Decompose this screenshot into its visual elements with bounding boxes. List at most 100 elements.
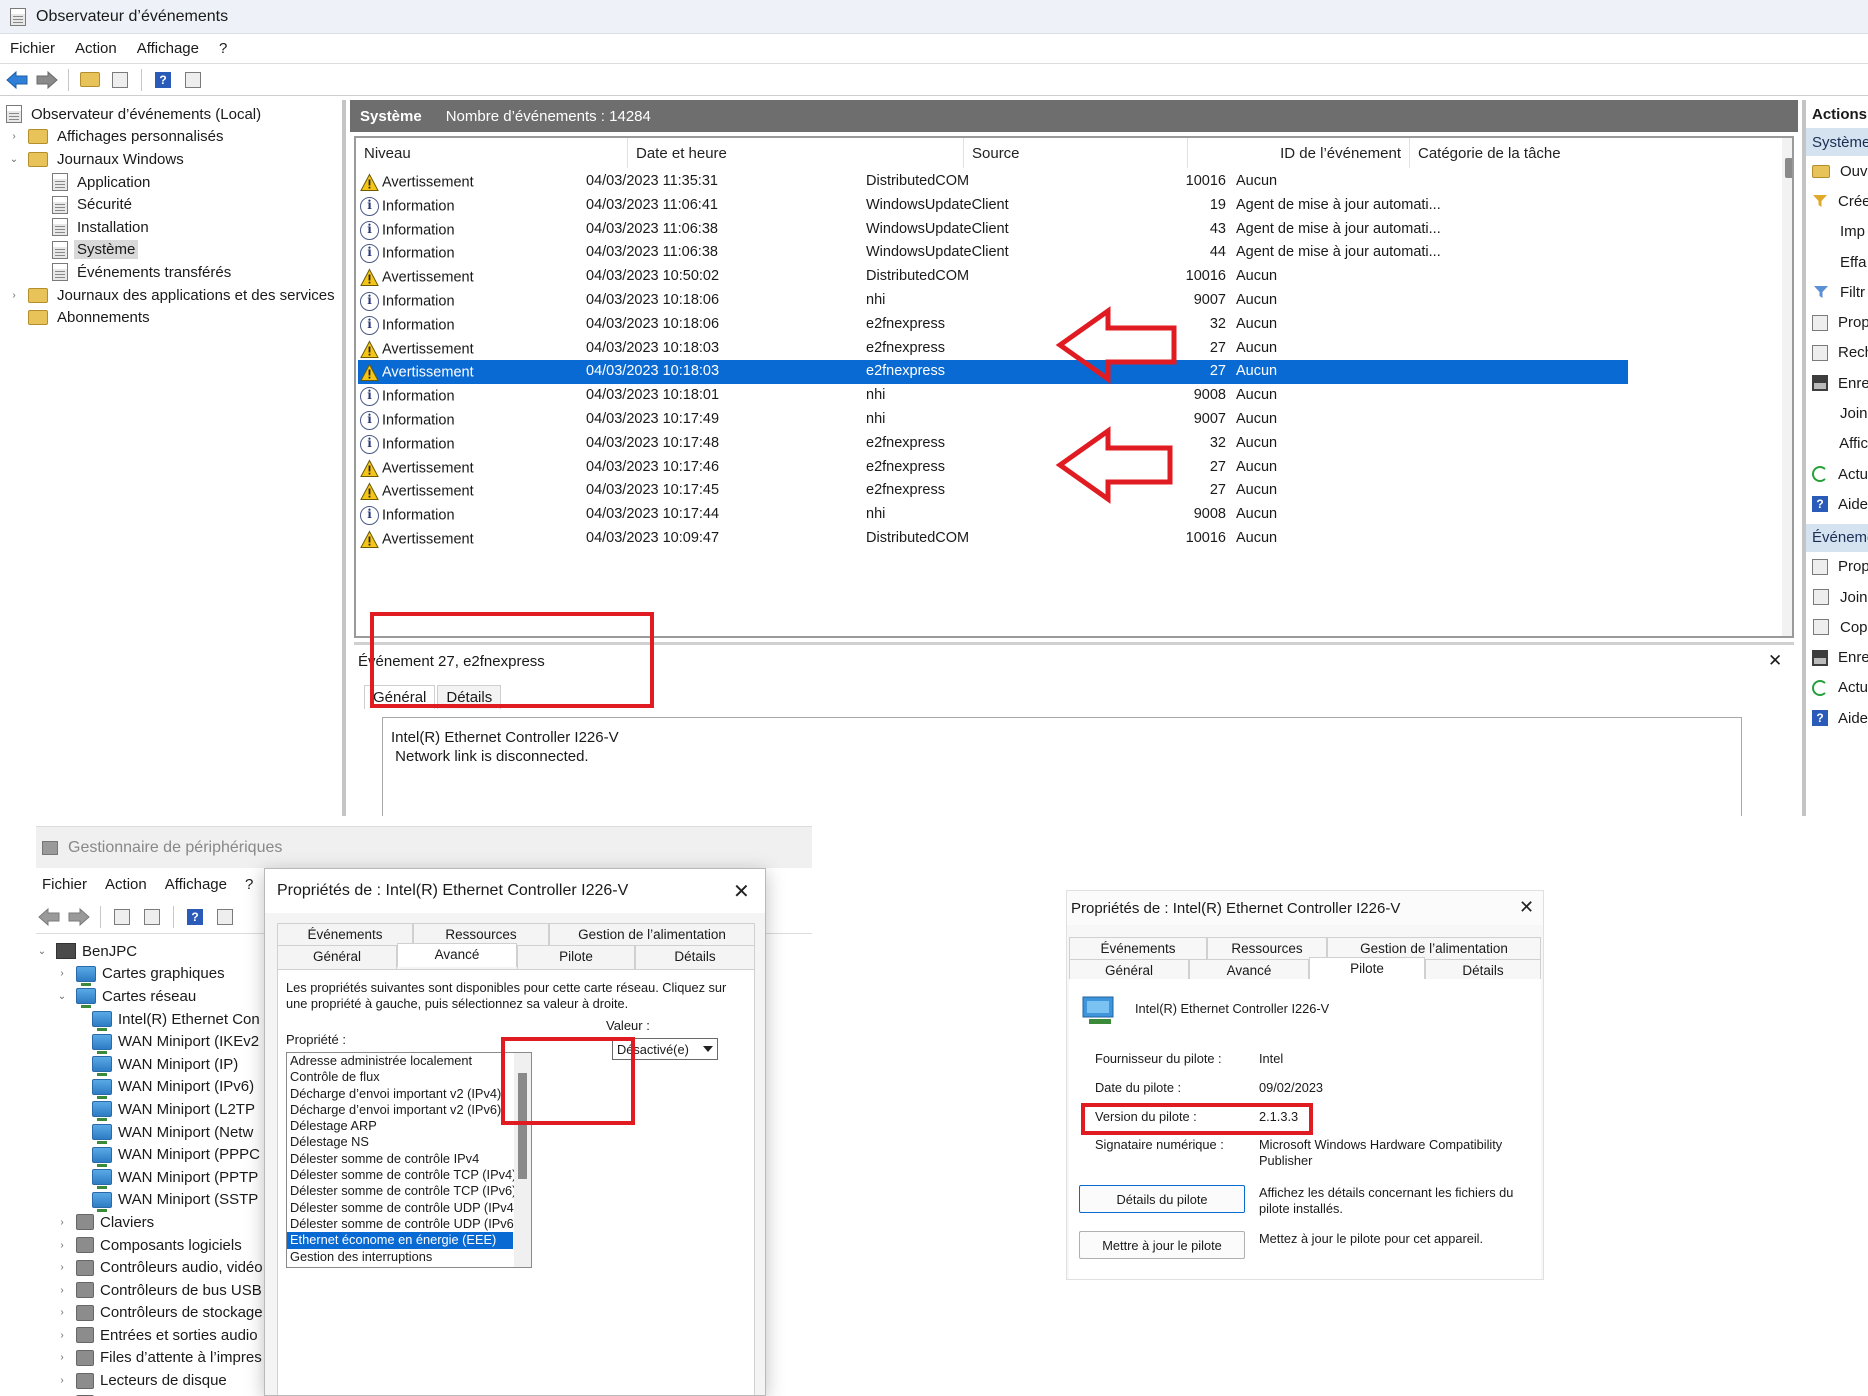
property-item[interactable]: Délestage NS: [287, 1134, 531, 1150]
event-row[interactable]: i Information 04/03/2023 10:17:48 e2fnexpre…: [358, 432, 1628, 456]
action-item[interactable]: Enre: [1806, 368, 1868, 398]
device-tree-item[interactable]: ⌄ Cartes réseau: [36, 985, 276, 1009]
driver-details-button[interactable]: Détails du pilote: [1079, 1185, 1245, 1213]
property-item[interactable]: Décharge d’envoi important v2 (IPv4): [287, 1086, 531, 1102]
forward-arrow-icon[interactable]: [34, 68, 60, 92]
tab-power-management[interactable]: Gestion de l’alimentation: [1327, 937, 1541, 959]
col-source[interactable]: Source: [964, 138, 1188, 168]
property-item[interactable]: Délester somme de contrôle TCP (IPv4): [287, 1167, 531, 1183]
action-item[interactable]: Effa: [1806, 247, 1868, 277]
menu-help[interactable]: ?: [245, 876, 253, 893]
action-item[interactable]: Join: [1806, 582, 1868, 612]
device-tree-item[interactable]: › Files d’attente à l’impres: [36, 1347, 276, 1370]
tab-details[interactable]: Détails: [437, 685, 502, 709]
property-item[interactable]: Délester somme de contrôle IPv4: [287, 1151, 531, 1167]
close-icon[interactable]: ✕: [733, 879, 750, 904]
menu-action[interactable]: Action: [105, 876, 147, 893]
action-item[interactable]: ? Aide: [1806, 703, 1868, 733]
action-item[interactable]: Join: [1806, 398, 1868, 428]
device-tree-item[interactable]: WAN Miniport (PPPC: [36, 1143, 276, 1167]
menu-action[interactable]: Action: [75, 40, 117, 57]
event-row[interactable]: i Information 04/03/2023 11:06:38 WindowsUp…: [358, 241, 1628, 265]
action-item[interactable]: Rech: [1806, 338, 1868, 368]
tree-apps-services[interactable]: › Journaux des applications et des servi…: [0, 284, 342, 307]
close-icon[interactable]: ✕: [1519, 897, 1534, 918]
col-category[interactable]: Catégorie de la tâche: [1410, 138, 1780, 168]
property-list[interactable]: Adresse administrée localement Contrôle d…: [286, 1052, 532, 1268]
menu-affichage[interactable]: Affichage: [165, 876, 227, 893]
device-tree-item[interactable]: ⌄ BenJPC: [36, 940, 276, 963]
expand-chevron-icon[interactable]: ›: [56, 968, 68, 979]
event-row[interactable]: i Information 04/03/2023 10:18:01 nhi Aucun 9…: [358, 384, 1628, 408]
property-item[interactable]: Adresse administrée localement: [287, 1053, 531, 1069]
device-tree-item[interactable]: WAN Miniport (SSTP: [36, 1189, 276, 1212]
tree-custom-views[interactable]: › Affichages personnalisés: [0, 126, 342, 149]
device-tree-item[interactable]: WAN Miniport (Netw: [36, 1121, 276, 1145]
tab-driver[interactable]: Pilote: [1309, 957, 1425, 981]
back-arrow-icon[interactable]: [4, 68, 30, 92]
col-datetime[interactable]: Date et heure: [628, 138, 964, 168]
property-item[interactable]: Délester somme de contrôle UDP (IPv6): [287, 1216, 531, 1232]
tree-log-application[interactable]: Application: [0, 171, 342, 194]
event-row[interactable]: Avertissement 04/03/2023 10:17:45 e2fnexpr…: [358, 479, 1628, 503]
property-item[interactable]: Délester somme de contrôle TCP (IPv6): [287, 1183, 531, 1199]
event-list[interactable]: Niveau Date et heure Source ID de l’évén…: [354, 136, 1794, 638]
device-tree-item[interactable]: WAN Miniport (IP): [36, 1053, 276, 1077]
tree-windows-logs[interactable]: ⌄ Journaux Windows: [0, 148, 342, 171]
action-item[interactable]: Crée: [1806, 186, 1868, 216]
event-row[interactable]: Avertissement 04/03/2023 10:17:46 e2fnexpr…: [358, 456, 1628, 480]
expand-chevron-icon[interactable]: ›: [8, 131, 20, 142]
show-action-pane-icon[interactable]: [180, 68, 206, 92]
show-tree-icon[interactable]: [107, 68, 133, 92]
action-item[interactable]: Cop: [1806, 612, 1868, 642]
property-item[interactable]: Ethernet économe en énergie (EEE): [287, 1232, 513, 1249]
expand-chevron-icon[interactable]: ›: [56, 1307, 68, 1318]
tree-log-installation[interactable]: Installation: [0, 216, 342, 239]
device-tree-item[interactable]: WAN Miniport (L2TP: [36, 1098, 276, 1122]
expand-chevron-icon[interactable]: ›: [56, 1352, 68, 1363]
collapse-chevron-icon[interactable]: ⌄: [36, 946, 48, 957]
scrollbar-thumb[interactable]: [518, 1073, 527, 1179]
device-tree-item[interactable]: ›Microprogramme: [36, 1392, 276, 1396]
property-item[interactable]: Délester somme de contrôle UDP (IPv4): [287, 1200, 531, 1216]
device-tree-item[interactable]: › Cartes graphiques: [36, 963, 276, 986]
action-item[interactable]: Actu: [1806, 459, 1868, 489]
value-select[interactable]: Désactivé(e): [612, 1038, 718, 1060]
property-list-scrollbar[interactable]: [514, 1053, 531, 1267]
device-tree-item[interactable]: Intel(R) Ethernet Con: [36, 1008, 276, 1032]
property-item[interactable]: Décharge d’envoi important v2 (IPv6): [287, 1102, 531, 1118]
tab-advanced[interactable]: Avancé: [397, 943, 517, 967]
event-row[interactable]: i Information 04/03/2023 11:06:41 WindowsUp…: [358, 194, 1628, 218]
tree-log-systeme[interactable]: Système: [0, 239, 342, 262]
action-item[interactable]: Filtr: [1806, 277, 1868, 307]
action-item[interactable]: ? Aide: [1806, 489, 1868, 519]
menu-fichier[interactable]: Fichier: [42, 876, 87, 893]
tab-general[interactable]: Général: [364, 685, 436, 709]
event-row[interactable]: i Information 04/03/2023 10:17:44 nhi Aucun 9…: [358, 503, 1628, 527]
tree-root[interactable]: Observateur d’événements (Local): [0, 103, 342, 126]
device-tree-item[interactable]: › Contrôleurs de bus USB: [36, 1279, 276, 1302]
tab-details[interactable]: Détails: [635, 945, 755, 969]
action-item[interactable]: Affic: [1806, 429, 1868, 459]
event-row[interactable]: i Information 04/03/2023 10:18:06 nhi Aucun 9…: [358, 289, 1628, 313]
event-row[interactable]: i Information 04/03/2023 10:18:06 e2fnexpre…: [358, 313, 1628, 337]
properties-icon[interactable]: [139, 905, 165, 929]
event-list-scrollbar[interactable]: [1782, 138, 1792, 636]
tree-log-securite[interactable]: Sécurité: [0, 193, 342, 216]
expand-chevron-icon[interactable]: ›: [56, 1217, 68, 1228]
device-tree-item[interactable]: › Claviers: [36, 1211, 276, 1234]
scrollbar-thumb[interactable]: [1785, 158, 1792, 178]
event-row[interactable]: i Information 04/03/2023 11:06:38 WindowsUp…: [358, 218, 1628, 242]
action-item[interactable]: Actu: [1806, 673, 1868, 703]
device-tree-item[interactable]: WAN Miniport (IPv6): [36, 1076, 276, 1099]
tab-evenements[interactable]: Événements: [277, 923, 413, 945]
tab-driver[interactable]: Pilote: [517, 945, 635, 969]
tab-power-management[interactable]: Gestion de l’alimentation: [549, 923, 755, 945]
event-row[interactable]: Avertissement 04/03/2023 10:18:03 e2fnexpr…: [358, 360, 1628, 385]
event-row[interactable]: Avertissement 04/03/2023 10:09:47 Distribu…: [358, 527, 1628, 551]
expand-chevron-icon[interactable]: ›: [56, 1375, 68, 1386]
action-item[interactable]: Ouv: [1806, 156, 1868, 186]
expand-chevron-icon[interactable]: ›: [56, 1262, 68, 1273]
event-row[interactable]: Avertissement 04/03/2023 11:35:31 Distribu…: [358, 170, 1628, 194]
view-icon[interactable]: [212, 905, 238, 929]
